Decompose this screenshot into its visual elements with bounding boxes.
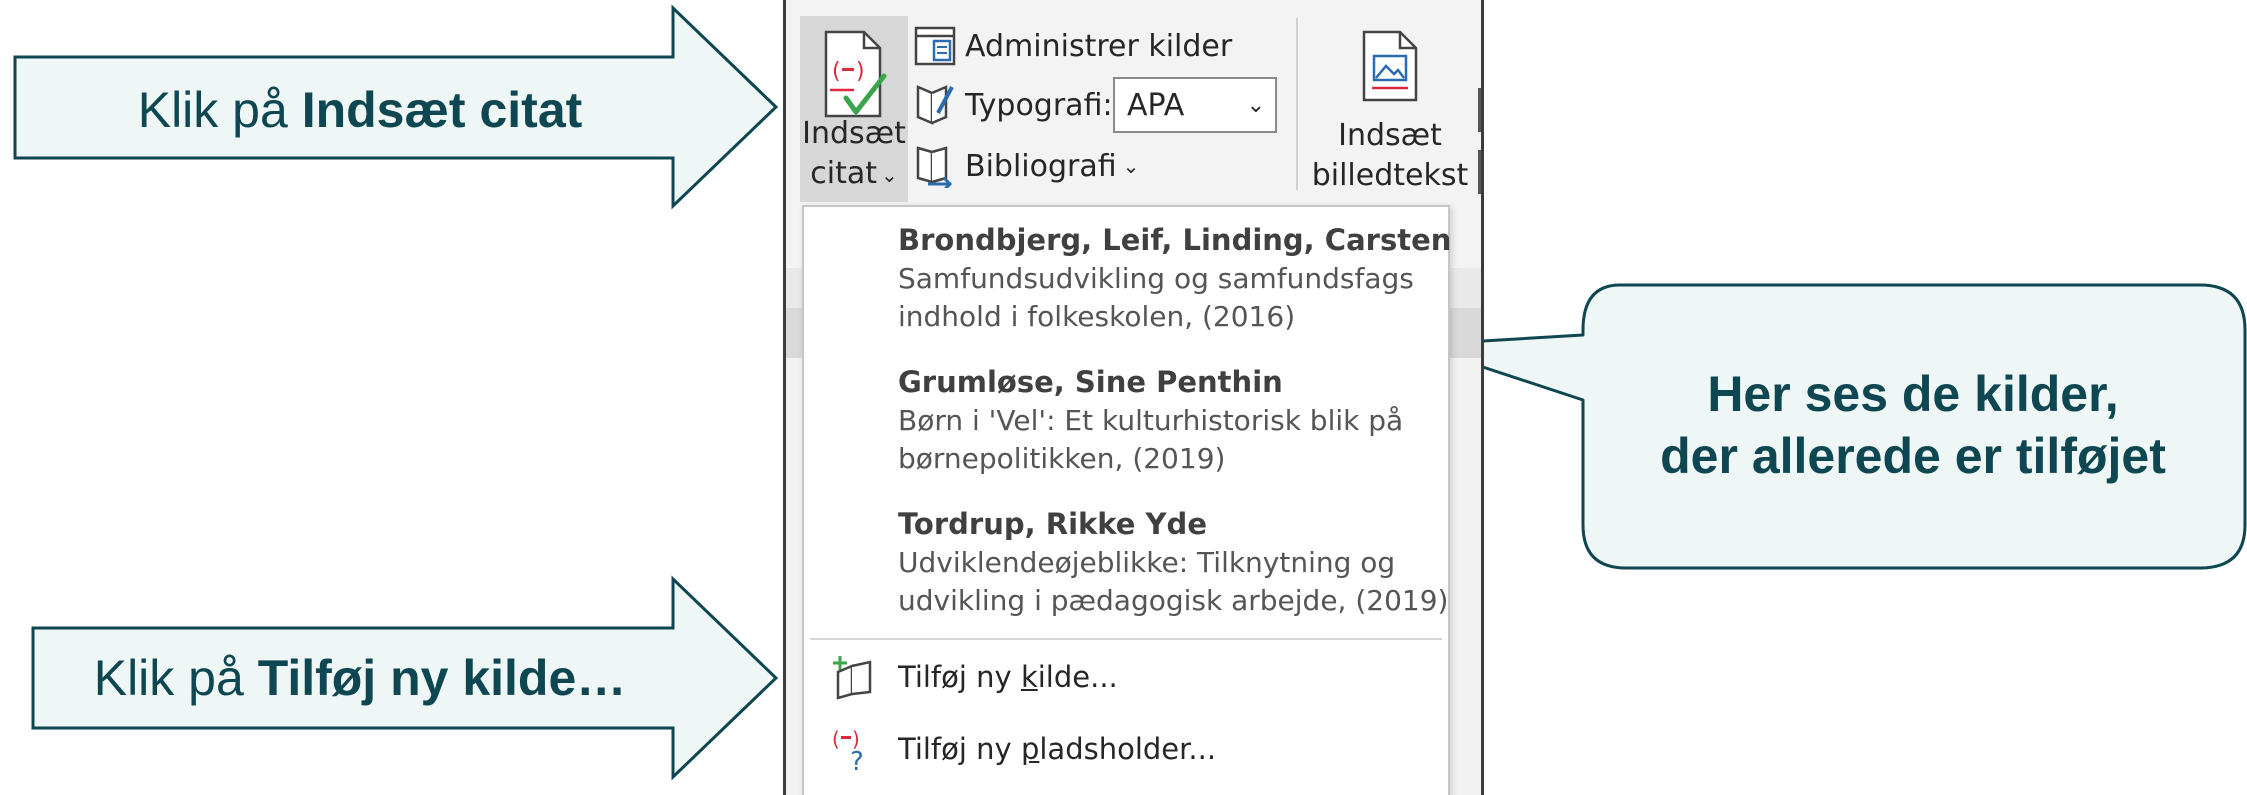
chevron-down-icon: ⌄ <box>1246 92 1265 118</box>
insert-citation-label-1: Indsæt <box>802 116 906 151</box>
source-item[interactable]: Brondbjerg, Leif, Linding, Carsten Samfu… <box>898 220 1452 336</box>
source-author: Grumløse, Sine Penthin <box>898 365 1283 399</box>
svg-text:?: ? <box>850 747 864 774</box>
insert-caption-label-2: billedtekst <box>1311 158 1469 193</box>
style-label-row: Typografi: <box>913 81 1113 129</box>
add-new-placeholder-label-before: Tilføj ny <box>898 732 1021 766</box>
source-title: udvikling i pædagogisk arbejde, (2019) <box>898 584 1449 617</box>
source-author: Tordrup, Rikke Yde <box>898 507 1207 541</box>
manage-sources-button[interactable]: Administrer kilder <box>913 22 1232 70</box>
style-select[interactable]: APA ⌄ <box>1113 77 1277 133</box>
source-title: Børn i 'Vel': Et kulturhistorisk blik på <box>898 404 1404 437</box>
insert-citation-label-2: citat <box>810 156 877 191</box>
style-label: Typografi: <box>965 87 1113 123</box>
style-icon <box>913 83 957 127</box>
add-placeholder-icon: ( ) ? <box>832 727 864 774</box>
source-title: børnepolitikken, (2019) <box>898 442 1226 475</box>
source-title: indhold i folkeskolen, (2016) <box>898 300 1296 333</box>
add-source-icon <box>833 656 872 700</box>
callout-insert-citation-prefix: Klik på <box>137 82 302 138</box>
callout-add-source: Klik på Tilføj ny kilde… <box>40 638 680 718</box>
bibliography-button[interactable]: Bibliografi ⌄ <box>913 142 1139 190</box>
callout-insert-citation: Klik på Indsæt citat <box>40 70 680 150</box>
manage-sources-label: Administrer kilder <box>965 28 1233 64</box>
speech-bubble-text: Her ses de kilder, der allerede er tilfø… <box>1588 360 2238 490</box>
add-new-source-label: Tilføj ny kilde... <box>898 660 1118 694</box>
insert-caption-icon <box>1362 30 1418 102</box>
add-new-placeholder-label-after: ladsholder... <box>1039 732 1217 766</box>
source-title: Samfundsudvikling og samfundsfags <box>898 262 1414 295</box>
insert-citation-label-row: citat ⌄ <box>800 154 908 195</box>
add-new-source-item[interactable]: Tilføj ny kilde... <box>830 652 1430 702</box>
svg-text:(: ( <box>832 727 840 751</box>
insert-caption-label-1: Indsæt <box>1338 118 1442 153</box>
add-new-source-label-after: ilde... <box>1037 660 1118 694</box>
add-new-source-label-before: Tilføj ny <box>898 660 1021 694</box>
source-item[interactable]: Tordrup, Rikke Yde Udviklendeøjeblikke: … <box>898 504 1449 620</box>
add-new-placeholder-accelerator: p <box>1020 732 1040 766</box>
source-author: Brondbjerg, Leif, Linding, Carsten <box>898 223 1452 257</box>
chevron-down-icon: ⌄ <box>880 162 898 187</box>
bibliography-label: Bibliografi <box>965 148 1117 184</box>
insert-caption-button[interactable]: Indsæt billedtekst <box>1310 24 1470 200</box>
insert-citation-button[interactable]: ( ) Indsæt citat ⌄ <box>800 16 908 202</box>
source-item[interactable]: Grumløse, Sine Penthin Børn i 'Vel': Et … <box>898 362 1438 478</box>
style-select-value: APA <box>1127 87 1185 123</box>
ribbon-edge-marker <box>1478 88 1481 132</box>
bibliography-icon <box>913 144 957 188</box>
speech-bubble-line-1: Her ses de kilder, <box>1707 366 2119 422</box>
add-new-placeholder-label: Tilføj ny pladsholder... <box>898 732 1216 766</box>
ribbon-group-separator <box>1296 18 1298 190</box>
svg-text:): ) <box>856 59 865 84</box>
callout-add-source-bold: Tilføj ny kilde… <box>257 650 627 706</box>
speech-bubble-line-2: der allerede er tilføjet <box>1660 428 2166 484</box>
add-new-placeholder-item[interactable]: ( ) ? Tilføj ny pladsholder... <box>830 724 1430 774</box>
ribbon-edge-marker <box>1478 150 1481 194</box>
dropdown-separator <box>810 638 1442 640</box>
manage-sources-icon <box>913 24 957 68</box>
callout-insert-citation-bold: Indsæt citat <box>301 82 583 138</box>
add-new-source-accelerator: k <box>1020 660 1038 694</box>
insert-citation-icon: ( ) <box>824 30 887 118</box>
callout-add-source-prefix: Klik på <box>93 650 258 706</box>
source-title: Udviklendeøjeblikke: Tilknytning og <box>898 546 1396 579</box>
svg-text:(: ( <box>832 59 841 84</box>
chevron-down-icon: ⌄ <box>1122 154 1140 178</box>
